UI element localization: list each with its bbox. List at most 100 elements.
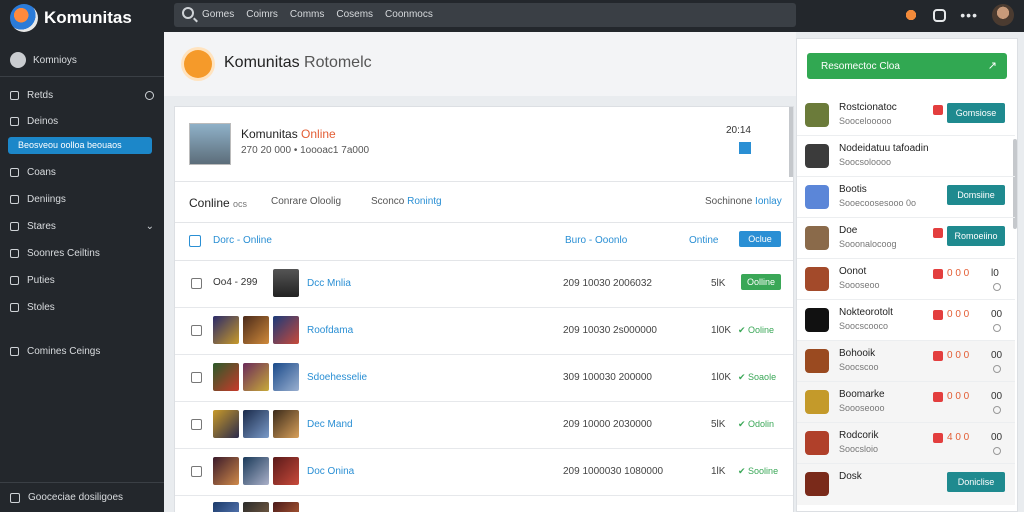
row-checkbox[interactable] bbox=[191, 325, 202, 336]
tab-3[interactable]: Sochinone Ionlay bbox=[705, 196, 782, 207]
row-name[interactable]: Doc Onina bbox=[307, 466, 354, 477]
fire-icon[interactable] bbox=[903, 7, 920, 23]
tab-2[interactable]: Sconco Ronintg bbox=[371, 196, 442, 207]
heart-icon[interactable] bbox=[933, 392, 943, 402]
item-action-button[interactable]: Doniclise bbox=[947, 472, 1005, 492]
thumbnail[interactable] bbox=[243, 316, 269, 344]
thumbnail[interactable] bbox=[243, 363, 269, 391]
thumbnail[interactable] bbox=[213, 410, 239, 438]
row-name[interactable]: Sdoehesselie bbox=[307, 372, 367, 383]
heart-icon[interactable] bbox=[933, 105, 943, 115]
plus-icon[interactable] bbox=[145, 90, 154, 100]
thumbnail[interactable] bbox=[273, 457, 299, 485]
sidebar-item-8[interactable]: Comines Ceings bbox=[10, 343, 154, 359]
recommend-button[interactable]: Resomectoc Cloa bbox=[807, 53, 1007, 79]
list-item[interactable]: Bohooik Soocscoo 0 0 0 00 bbox=[797, 341, 1015, 382]
row-status-button[interactable]: Oolline bbox=[741, 274, 781, 290]
search-link[interactable]: Coonmocs bbox=[385, 9, 433, 20]
sidebar-item-active[interactable]: Beosveou oolloa beouaos bbox=[8, 137, 152, 154]
app-logo[interactable]: Komunitas bbox=[10, 4, 132, 32]
sidebar-item-4[interactable]: Stares ⌄ bbox=[10, 218, 154, 234]
table-row[interactable]: Roofdama 209 10030 2s000000 1l0K Ooline bbox=[175, 308, 793, 355]
thumbnail[interactable] bbox=[273, 363, 299, 391]
app-name: Komunitas bbox=[44, 8, 132, 27]
thumbnail[interactable] bbox=[273, 316, 299, 344]
list-item[interactable]: Nodeidatuu tafoadin Soocsoloooo bbox=[797, 136, 1015, 177]
row-name[interactable]: Dec Mand bbox=[307, 419, 353, 430]
sidebar-item-1[interactable]: Deinos bbox=[10, 113, 154, 129]
item-action-button[interactable]: Domsiine bbox=[947, 185, 1005, 205]
notification-icon[interactable] bbox=[933, 8, 947, 22]
scrollbar[interactable] bbox=[789, 107, 793, 177]
sidebar-item-3[interactable]: Deniings bbox=[10, 191, 154, 207]
heart-icon[interactable] bbox=[933, 310, 943, 320]
sidebar-item-6[interactable]: Puties bbox=[10, 272, 154, 288]
thumbnail[interactable] bbox=[243, 457, 269, 485]
list-item[interactable]: Nokteorotolt Soocscooco 0 0 0 00 bbox=[797, 300, 1015, 341]
more-icon[interactable]: ••• bbox=[960, 7, 978, 23]
list-item[interactable]: Boomarke Soooseooo 0 0 0 00 bbox=[797, 382, 1015, 423]
item-title: Rodcorik bbox=[839, 430, 879, 441]
row-name[interactable]: Roofdama bbox=[307, 325, 353, 336]
sidebar-footer[interactable]: Gooceciae dosiligoes bbox=[0, 482, 164, 512]
sidebar-item-5[interactable]: Soonres Ceiltins bbox=[10, 245, 154, 261]
list-item[interactable]: Bootis Sooecoosesooo 0o Domsiine bbox=[797, 177, 1015, 218]
heart-icon[interactable] bbox=[933, 433, 943, 443]
search-link[interactable]: Comms bbox=[290, 9, 324, 20]
item-nums: 0 0 0 bbox=[947, 309, 970, 320]
thumbnail[interactable] bbox=[213, 502, 239, 512]
row-checkbox[interactable] bbox=[191, 466, 202, 477]
thumbnail[interactable] bbox=[273, 269, 299, 297]
thumbnail[interactable] bbox=[213, 363, 239, 391]
row-checkbox[interactable] bbox=[191, 419, 202, 430]
search-link[interactable]: Coimrs bbox=[246, 9, 278, 20]
user-icon bbox=[10, 167, 19, 177]
filter-button[interactable]: Oclue bbox=[739, 231, 781, 247]
search-input[interactable]: Gomes Coimrs Comms Cosems Coonmocs bbox=[174, 3, 796, 27]
sidebar: Komunitas Komnioys Retds Deinos Beosveou… bbox=[0, 0, 164, 512]
row-checkbox[interactable] bbox=[191, 372, 202, 383]
list-item[interactable]: Rostcionatoc Soocelooooo Gomsiose bbox=[797, 95, 1015, 136]
item-action-button[interactable]: Gomsiose bbox=[947, 103, 1005, 123]
search-link[interactable]: Gomes bbox=[202, 9, 234, 20]
heart-icon[interactable] bbox=[933, 269, 943, 279]
tab-0[interactable]: Conline ocs bbox=[189, 196, 247, 210]
thumbnail[interactable] bbox=[273, 502, 299, 512]
row-count: 5lK bbox=[711, 278, 726, 289]
thumbnail[interactable] bbox=[243, 502, 269, 512]
tab-1[interactable]: Conrare Oloolig bbox=[271, 196, 341, 207]
select-all-checkbox[interactable] bbox=[189, 235, 201, 247]
list-item[interactable]: Doe Sooonalocoog Romoeiino bbox=[797, 218, 1015, 259]
filter-mid[interactable]: Buro - Ooonlo bbox=[565, 235, 627, 246]
filter-online[interactable]: Ontine bbox=[689, 235, 718, 246]
filter-label: Dorc - Online bbox=[213, 235, 272, 246]
user-avatar[interactable] bbox=[992, 4, 1014, 26]
thumbnail[interactable] bbox=[273, 410, 299, 438]
heart-icon[interactable] bbox=[933, 351, 943, 361]
pin-icon[interactable] bbox=[739, 142, 751, 154]
sidebar-item-2[interactable]: Coans bbox=[10, 164, 154, 180]
table-row[interactable]: Oo4 - 299 Dcc Mnlia 209 10030 2006032 5l… bbox=[175, 261, 793, 308]
table-row[interactable] bbox=[175, 496, 793, 512]
list-item[interactable]: Dosk Doniclise bbox=[797, 464, 1015, 505]
list-item[interactable]: Rodcorik Soocsloio 4 0 0 00 bbox=[797, 423, 1015, 464]
table-row[interactable]: Dec Mand 209 10000 2030000 5lK Odolin bbox=[175, 402, 793, 449]
item-action-button[interactable]: Romoeiino bbox=[947, 226, 1005, 246]
table-row[interactable]: Sdoehesselie 309 100030 200000 1l0K Soao… bbox=[175, 355, 793, 402]
settings-icon bbox=[10, 194, 19, 204]
row-checkbox[interactable] bbox=[191, 278, 202, 289]
sidebar-item-0[interactable]: Retds bbox=[10, 87, 154, 103]
thumbnail[interactable] bbox=[243, 410, 269, 438]
table-row[interactable]: Doc Onina 209 1000030 1080000 1lK Soolin… bbox=[175, 449, 793, 496]
item-title: Doe bbox=[839, 225, 858, 236]
sidebar-item-7[interactable]: Stoles bbox=[10, 299, 154, 315]
row-name[interactable]: Dcc Mnlia bbox=[307, 278, 351, 289]
heart-icon[interactable] bbox=[933, 228, 943, 238]
profile-avatar[interactable] bbox=[189, 123, 231, 165]
thumbnail[interactable] bbox=[213, 316, 239, 344]
thumbnail[interactable] bbox=[213, 457, 239, 485]
chevron-down-icon[interactable]: ⌄ bbox=[146, 221, 154, 232]
list-item[interactable]: Oonot Soooseoo 0 0 0 l0 bbox=[797, 259, 1015, 300]
search-link[interactable]: Cosems bbox=[336, 9, 373, 20]
sidebar-user[interactable]: Komnioys bbox=[10, 52, 77, 68]
